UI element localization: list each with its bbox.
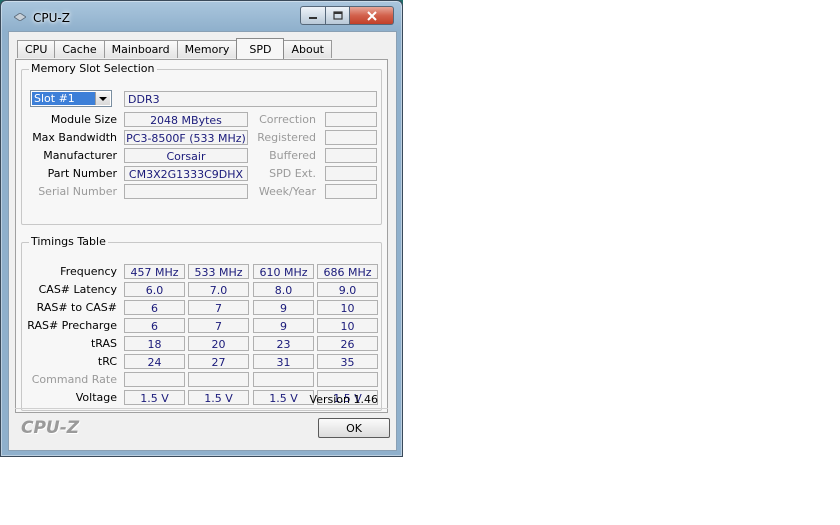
close-button[interactable] xyxy=(350,6,394,25)
maximize-icon xyxy=(332,11,343,20)
timing-cell: 23 xyxy=(253,336,314,351)
timing-cell: 6 xyxy=(124,318,185,333)
correction-value xyxy=(325,112,377,127)
timing-cell: 24 xyxy=(124,354,185,369)
timing-cell: 1.5 V xyxy=(253,390,314,405)
max-bandwidth-label: Max Bandwidth xyxy=(32,131,117,144)
slot-dropdown[interactable]: Slot #1 xyxy=(30,90,112,107)
registered-value xyxy=(325,130,377,145)
buffered-value xyxy=(325,148,377,163)
version-label: Version 1.46 xyxy=(309,393,378,406)
registered-label: Registered xyxy=(257,131,316,144)
part-number-value: CM3X2G1333C9DHX xyxy=(124,166,248,181)
timing-cell: 9 xyxy=(253,300,314,315)
timing-cell: 8.0 xyxy=(253,282,314,297)
correction-label: Correction xyxy=(259,113,316,126)
group-title: Timings Table xyxy=(29,235,108,248)
footer-divider xyxy=(15,408,388,409)
timing-row-label: CAS# Latency xyxy=(38,283,117,296)
timing-cell: 533 MHz xyxy=(188,264,249,279)
tab-mainboard[interactable]: Mainboard xyxy=(103,40,178,58)
timing-cell: 610 MHz xyxy=(253,264,314,279)
tab-label: SPD xyxy=(249,42,272,56)
manufacturer-label: Manufacturer xyxy=(43,149,117,162)
timing-cell: 18 xyxy=(124,336,185,351)
timing-row-label: Command Rate xyxy=(31,373,117,386)
slot-selected-value: Slot #1 xyxy=(32,92,98,105)
spd-tab-panel: Memory Slot Selection Slot #1 DDR3 Modul… xyxy=(15,59,388,413)
serial-number-label: Serial Number xyxy=(38,185,117,198)
ok-button[interactable]: OK xyxy=(318,418,390,438)
timing-cell: 31 xyxy=(253,354,314,369)
timing-cell: 9.0 xyxy=(317,282,378,297)
timing-cell: 6.0 xyxy=(124,282,185,297)
manufacturer-value: Corsair xyxy=(124,148,248,163)
group-title: Memory Slot Selection xyxy=(29,62,157,75)
tab-cache[interactable]: Cache xyxy=(54,40,105,58)
memory-type-field: DDR3 xyxy=(124,91,377,107)
minimize-button[interactable] xyxy=(300,6,326,25)
tab-label: Cache xyxy=(62,43,97,56)
spd-ext-value xyxy=(325,166,377,181)
spd-ext-label: SPD Ext. xyxy=(269,167,316,180)
cpuz-app-icon xyxy=(14,13,26,21)
module-size-label: Module Size xyxy=(50,113,117,126)
week-year-value xyxy=(325,184,377,199)
timing-cell: 6 xyxy=(124,300,185,315)
timing-row-label: Frequency xyxy=(60,265,117,278)
timing-cell: 26 xyxy=(317,336,378,351)
timing-cell: 457 MHz xyxy=(124,264,185,279)
timing-cell: 9 xyxy=(253,318,314,333)
tab-about[interactable]: About xyxy=(283,40,332,58)
buffered-label: Buffered xyxy=(269,149,316,162)
timing-cell: 686 MHz xyxy=(317,264,378,279)
timing-cell: 7.0 xyxy=(188,282,249,297)
timings-table-group: Timings Table Frequency 457 MHz 533 MHz … xyxy=(21,235,382,411)
chevron-down-icon xyxy=(99,97,107,101)
close-icon xyxy=(366,10,377,21)
timing-cell xyxy=(253,372,314,387)
timing-cell xyxy=(124,372,185,387)
dropdown-arrow-button[interactable] xyxy=(95,92,110,105)
timing-row-label: RAS# Precharge xyxy=(27,319,117,332)
timing-cell: 20 xyxy=(188,336,249,351)
part-number-label: Part Number xyxy=(47,167,117,180)
timing-row-label: Voltage xyxy=(75,391,117,404)
timing-row-label: tRC xyxy=(97,355,117,368)
window-title: CPU-Z xyxy=(33,11,70,25)
timing-cell xyxy=(317,372,378,387)
tab-label: Mainboard xyxy=(111,43,170,56)
timing-row-label: RAS# to CAS# xyxy=(36,301,117,314)
module-size-value: 2048 MBytes xyxy=(124,112,248,127)
week-year-label: Week/Year xyxy=(258,185,316,198)
timing-cell: 35 xyxy=(317,354,378,369)
timing-cell: 10 xyxy=(317,318,378,333)
caption-buttons xyxy=(300,6,394,25)
tab-spd[interactable]: SPD xyxy=(236,38,285,59)
max-bandwidth-value: PC3-8500F (533 MHz) xyxy=(124,130,248,145)
timing-cell: 1.5 V xyxy=(124,390,185,405)
timing-cell: 10 xyxy=(317,300,378,315)
cpuz-window: CPU-Z CPU Cache Mainboard Memory SPD Abo… xyxy=(0,0,403,457)
memory-slot-group: Memory Slot Selection Slot #1 DDR3 Modul… xyxy=(21,62,382,225)
cpuz-logo: CPU-Z xyxy=(21,418,80,438)
serial-number-value xyxy=(124,184,248,199)
timing-cell xyxy=(188,372,249,387)
tab-cpu[interactable]: CPU xyxy=(17,40,56,58)
timing-row-label: tRAS xyxy=(90,337,117,350)
timing-cell: 27 xyxy=(188,354,249,369)
tab-strip: CPU Cache Mainboard Memory SPD About xyxy=(17,38,332,60)
minimize-icon xyxy=(309,16,317,19)
tab-memory[interactable]: Memory xyxy=(176,40,238,58)
timing-cell: 1.5 V xyxy=(188,390,249,405)
tab-label: CPU xyxy=(25,43,48,56)
tab-label: About xyxy=(291,43,324,56)
maximize-button[interactable] xyxy=(326,6,350,25)
tab-label: Memory xyxy=(184,43,230,56)
timing-cell: 7 xyxy=(188,300,249,315)
timing-cell: 7 xyxy=(188,318,249,333)
title-bar[interactable]: CPU-Z xyxy=(1,1,402,31)
window-client-area: CPU Cache Mainboard Memory SPD About Mem… xyxy=(8,31,397,451)
